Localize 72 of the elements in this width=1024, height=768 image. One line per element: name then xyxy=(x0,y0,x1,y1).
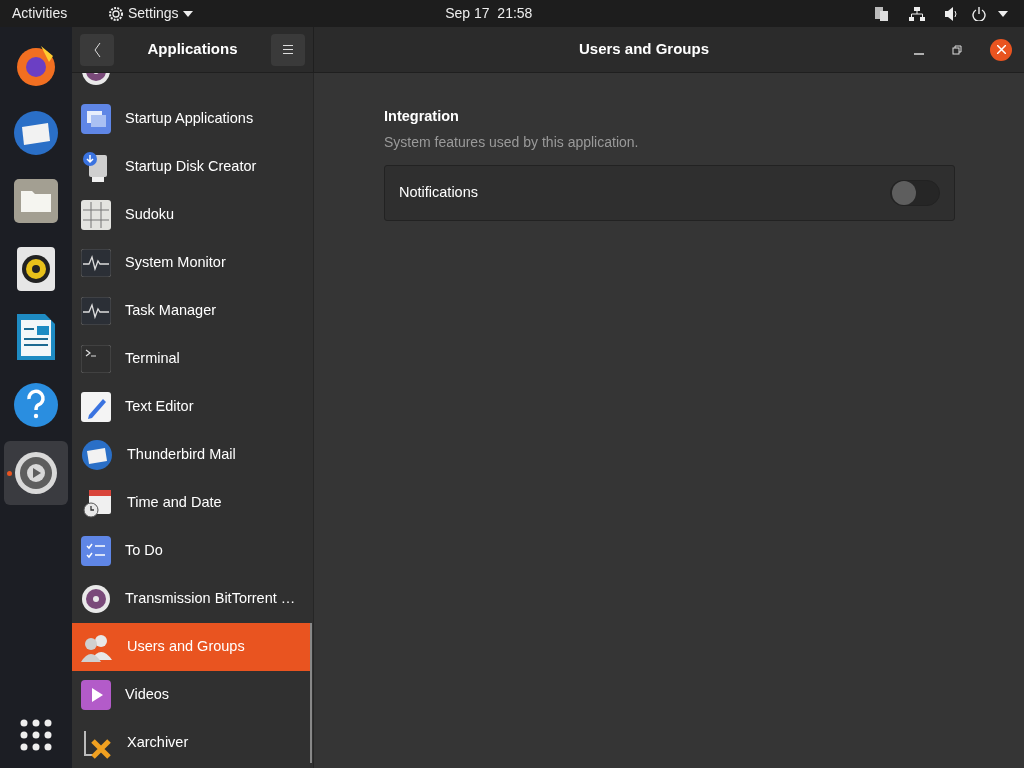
sidebar-item[interactable]: Startup Disk Creator xyxy=(72,143,310,191)
item-label: Startup Disk Creator xyxy=(125,157,257,177)
sidebar-item[interactable]: Terminal xyxy=(72,335,310,383)
sidebar-item[interactable]: Users and Groups xyxy=(72,623,310,671)
calendar-clock-icon xyxy=(81,487,113,519)
sidebar-item[interactable]: Transmission BitTorrent … xyxy=(72,575,310,623)
app-grid-icon[interactable] xyxy=(20,719,52,751)
close-button[interactable] xyxy=(990,38,1012,61)
dock-item[interactable] xyxy=(4,441,68,505)
chevron-left-icon xyxy=(93,42,101,57)
speaker-icon xyxy=(17,247,55,291)
volume-icon[interactable] xyxy=(945,6,960,21)
section-heading: Integration xyxy=(384,107,460,126)
folder-icon xyxy=(14,179,58,223)
sidebar-item[interactable]: Sudoku xyxy=(72,191,310,239)
section-description: System features used by this application. xyxy=(384,132,640,152)
document-icon xyxy=(17,314,55,360)
settings-icon xyxy=(14,451,58,495)
toggle-switch[interactable] xyxy=(890,179,940,206)
item-label: Thunderbird Mail xyxy=(127,445,236,465)
pulse-icon xyxy=(81,297,111,325)
item-label: Startup Applications xyxy=(125,109,254,129)
help-icon xyxy=(13,382,59,428)
sidebar-item[interactable]: System Monitor xyxy=(72,239,310,287)
setting-label: Notifications xyxy=(399,182,479,202)
caret-icon xyxy=(182,10,193,17)
sidebar-item[interactable]: To Do xyxy=(72,527,310,575)
item-label: System Monitor xyxy=(125,253,226,273)
item-label: Xarchiver xyxy=(127,733,189,753)
menu-button[interactable] xyxy=(271,33,305,66)
disc-icon xyxy=(81,584,111,614)
checklist-icon xyxy=(81,536,111,566)
running-indicator xyxy=(7,471,12,476)
envelope-icon xyxy=(12,109,60,157)
window-title: Users and Groups xyxy=(577,39,710,60)
network-icon[interactable] xyxy=(909,6,925,21)
item-label: To Do xyxy=(125,541,163,561)
item-label: Time and Date xyxy=(127,493,222,513)
scrollbar[interactable] xyxy=(310,623,312,763)
item-label: Text Editor xyxy=(125,397,194,417)
sidebar-item[interactable]: Thunderbird Mail xyxy=(72,431,310,479)
sidebar-item[interactable]: Task Manager xyxy=(72,287,310,335)
sidebar-item[interactable]: Videos xyxy=(72,671,310,719)
users-icon xyxy=(81,632,113,662)
play-icon xyxy=(81,680,111,710)
clipboard-icon[interactable] xyxy=(875,6,889,21)
sidebar-item[interactable]: Xarchiver xyxy=(72,719,310,767)
app-menu[interactable]: Settings xyxy=(108,3,193,24)
item-label: Terminal xyxy=(125,349,180,369)
activities-button[interactable]: Activities xyxy=(12,3,108,24)
item-label: Users and Groups xyxy=(127,637,245,657)
item-label: Transmission BitTorrent … xyxy=(125,589,296,609)
clock[interactable]: Sep 17 21:58 xyxy=(445,3,533,24)
pulse-icon xyxy=(81,249,111,277)
sidebar-item[interactable]: Startup Applications xyxy=(72,95,310,143)
pencil-icon xyxy=(81,392,111,422)
terminal-icon xyxy=(81,345,111,373)
sidebar-item[interactable]: Text Editor xyxy=(72,383,310,431)
power-icon[interactable] xyxy=(972,6,986,21)
sidebar-item[interactable]: Time and Date xyxy=(72,479,310,527)
grid-icon xyxy=(81,200,111,230)
close-icon xyxy=(996,45,1006,54)
caret-icon[interactable] xyxy=(998,10,1008,17)
gear-icon xyxy=(108,5,124,22)
menu-icon xyxy=(283,45,293,54)
windows-icon xyxy=(81,104,111,134)
envelope-icon xyxy=(81,439,113,471)
item-label: Videos xyxy=(125,685,170,705)
restore-icon[interactable] xyxy=(952,44,962,55)
item-label: Task Manager xyxy=(125,301,217,321)
item-label: Sudoku xyxy=(125,205,175,225)
sidebar-title: Applications xyxy=(146,39,239,60)
